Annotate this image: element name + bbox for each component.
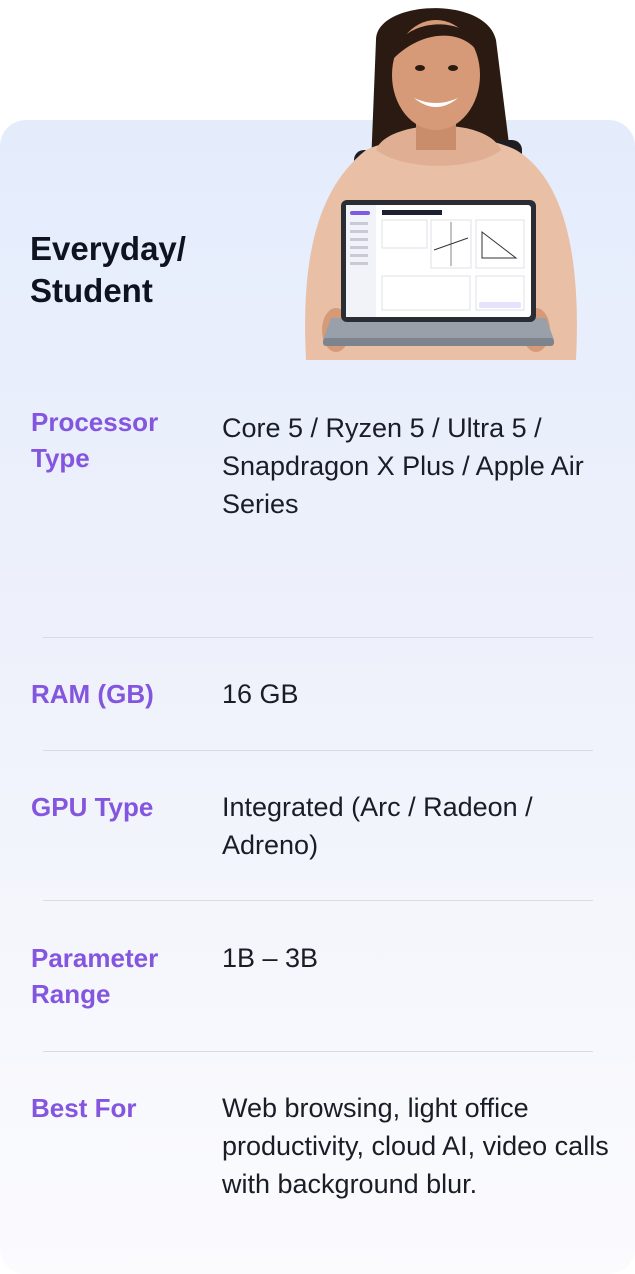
student-laptop-image bbox=[296, 0, 586, 370]
divider bbox=[43, 900, 593, 901]
student-illustration bbox=[305, 8, 577, 360]
spec-value: Web browsing, light office productivity,… bbox=[222, 1093, 609, 1199]
spec-value: 1B – 3B bbox=[222, 943, 319, 973]
divider bbox=[43, 1051, 593, 1052]
spec-label: RAM (GB) bbox=[31, 679, 154, 709]
spec-label: Processor Type bbox=[31, 407, 159, 473]
divider bbox=[43, 750, 593, 751]
spec-value: Integrated (Arc / Radeon / Adreno) bbox=[222, 792, 533, 860]
divider bbox=[43, 637, 593, 638]
spec-label: Parameter Range bbox=[31, 943, 159, 1009]
page: Everyday/ Student Processor Type Core 5 … bbox=[0, 0, 635, 1274]
spec-value: 16 GB bbox=[222, 679, 299, 709]
spec-value: Core 5 / Ryzen 5 / Ultra 5 / Snapdragon … bbox=[222, 413, 584, 519]
spec-label: GPU Type bbox=[31, 792, 154, 822]
spec-label: Best For bbox=[31, 1093, 137, 1123]
card-title: Everyday/ Student bbox=[30, 230, 186, 309]
